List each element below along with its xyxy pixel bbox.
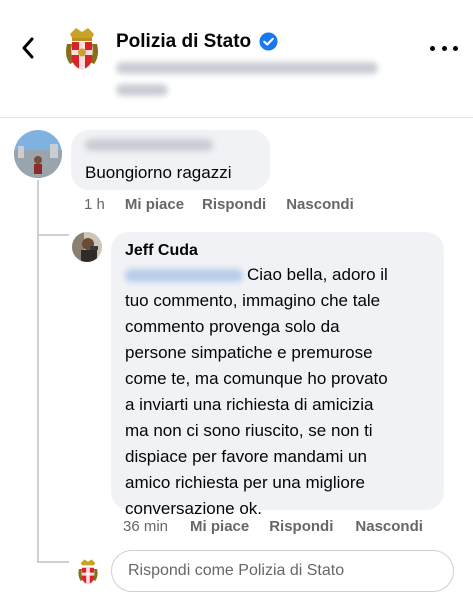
blurred-meta	[116, 84, 168, 96]
polizia-logo[interactable]	[62, 24, 102, 74]
page-header: Polizia di Stato	[0, 0, 473, 115]
commenter-avatar[interactable]	[14, 130, 62, 178]
comment-text: Buongiorno ragazzi	[85, 163, 232, 182]
reply-line: Ciao bella, adoro il	[247, 265, 388, 284]
reply-author[interactable]: Jeff Cuda	[125, 242, 198, 260]
thread-line	[37, 180, 39, 563]
reply-button[interactable]: Rispondi	[202, 196, 266, 213]
comment-time: 1 h	[84, 196, 105, 213]
back-button[interactable]	[14, 34, 42, 62]
reply-time: 36 min	[123, 518, 169, 535]
more-dots-icon	[430, 45, 435, 51]
reply-composer-input[interactable]: Rispondi come Polizia di Stato	[111, 550, 454, 592]
reply-author-avatar[interactable]	[72, 232, 102, 262]
reply-hide-button[interactable]: Nascondi	[355, 518, 423, 535]
header-divider	[0, 117, 473, 118]
blurred-subtitle	[116, 62, 378, 74]
reply-text: Ciao bella, adoro il tuo commento, immag…	[125, 262, 388, 522]
hide-button[interactable]: Nascondi	[286, 196, 354, 213]
reply-reply-button[interactable]: Rispondi	[269, 518, 333, 535]
verified-badge-icon	[259, 32, 278, 51]
like-button[interactable]: Mi piace	[125, 196, 184, 213]
reply-line: commento provenga solo da	[125, 317, 340, 336]
reply-line: ma non ci sono riuscito, se non ti	[125, 421, 373, 440]
reply-line: amico richiesta per una migliore	[125, 473, 365, 492]
reply-like-button[interactable]: Mi piace	[190, 518, 249, 535]
thread-connector	[37, 234, 69, 236]
reply-bubble: Jeff Cuda Ciao bella, adoro il tuo comme…	[111, 232, 444, 518]
reply-actions: 36 min Mi piace Rispondi Nascondi	[123, 518, 423, 535]
composer-logo	[78, 559, 98, 585]
chevron-left-icon	[22, 37, 34, 59]
reply-line: dispiace per favore mandami un	[125, 447, 367, 466]
reply-line: persone simpatiche e premurose	[125, 343, 373, 362]
more-button[interactable]	[430, 38, 458, 58]
thread-connector-composer	[37, 561, 69, 563]
comment-actions: 1 h Mi piace Rispondi Nascondi	[84, 196, 354, 213]
reply-line: a inviarti una richiesta di amicizia	[125, 395, 374, 414]
comment-bubble: Buongiorno ragazzi	[71, 130, 270, 190]
reply-line: come te, ma comunque ho provato	[125, 369, 388, 388]
page-name[interactable]: Polizia di Stato	[116, 31, 251, 53]
blurred-commenter-name	[85, 139, 213, 151]
reply-line: tuo commento, immagino che tale	[125, 291, 381, 310]
